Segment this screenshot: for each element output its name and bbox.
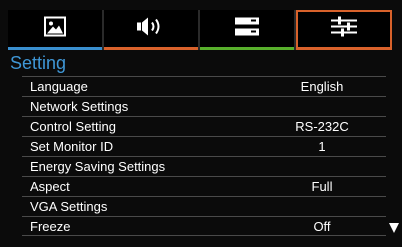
menu-item-aspect[interactable]: Aspect Full [22, 176, 386, 196]
tab-underline [296, 47, 392, 50]
section-title: Setting [10, 53, 67, 73]
tab-setup[interactable] [200, 10, 296, 50]
menu-item-label: Aspect [30, 179, 70, 194]
menu-item-language[interactable]: Language English [22, 76, 386, 96]
menu-item-control-setting[interactable]: Control Setting RS-232C [22, 116, 386, 136]
menu-item-set-monitor-id[interactable]: Set Monitor ID 1 [22, 136, 386, 156]
picture-icon [44, 16, 66, 42]
audio-speaker-icon [136, 17, 166, 42]
menu-item-label: Freeze [30, 218, 71, 234]
menu-item-label: Energy Saving Settings [30, 159, 166, 174]
category-tab-bar [8, 10, 392, 50]
osd-menu: Setting Language English Network Setting… [0, 0, 402, 247]
equalizer-sliders-icon [330, 16, 358, 43]
tab-audio[interactable] [104, 10, 200, 50]
tab-setting[interactable] [296, 10, 392, 50]
menu-item-label: VGA Settings [30, 199, 108, 214]
setup-panel-icon [234, 17, 260, 42]
menu-item-value: 1 [318, 139, 326, 154]
menu-item-energy-saving-settings[interactable]: Energy Saving Settings [22, 156, 386, 176]
menu-item-label: Set Monitor ID [30, 139, 114, 154]
tab-underline [200, 47, 294, 50]
menu-item-network-settings[interactable]: Network Settings [22, 96, 386, 116]
menu-item-value: RS-232C [295, 119, 349, 134]
menu-item-label: Language [30, 79, 88, 94]
settings-list: Language English Network Settings Contro… [22, 76, 386, 236]
menu-item-value: English [300, 79, 344, 94]
menu-item-value: Off [313, 218, 331, 234]
menu-item-value: Full [311, 179, 333, 194]
menu-item-vga-settings[interactable]: VGA Settings [22, 196, 386, 216]
scroll-down-arrow-icon[interactable] [388, 221, 400, 235]
tab-picture[interactable] [8, 10, 104, 50]
menu-item-freeze[interactable]: Freeze Off [22, 216, 386, 236]
menu-item-label: Network Settings [30, 99, 129, 114]
tab-underline [8, 47, 102, 50]
tab-underline [104, 47, 198, 50]
menu-item-label: Control Setting [30, 119, 116, 134]
